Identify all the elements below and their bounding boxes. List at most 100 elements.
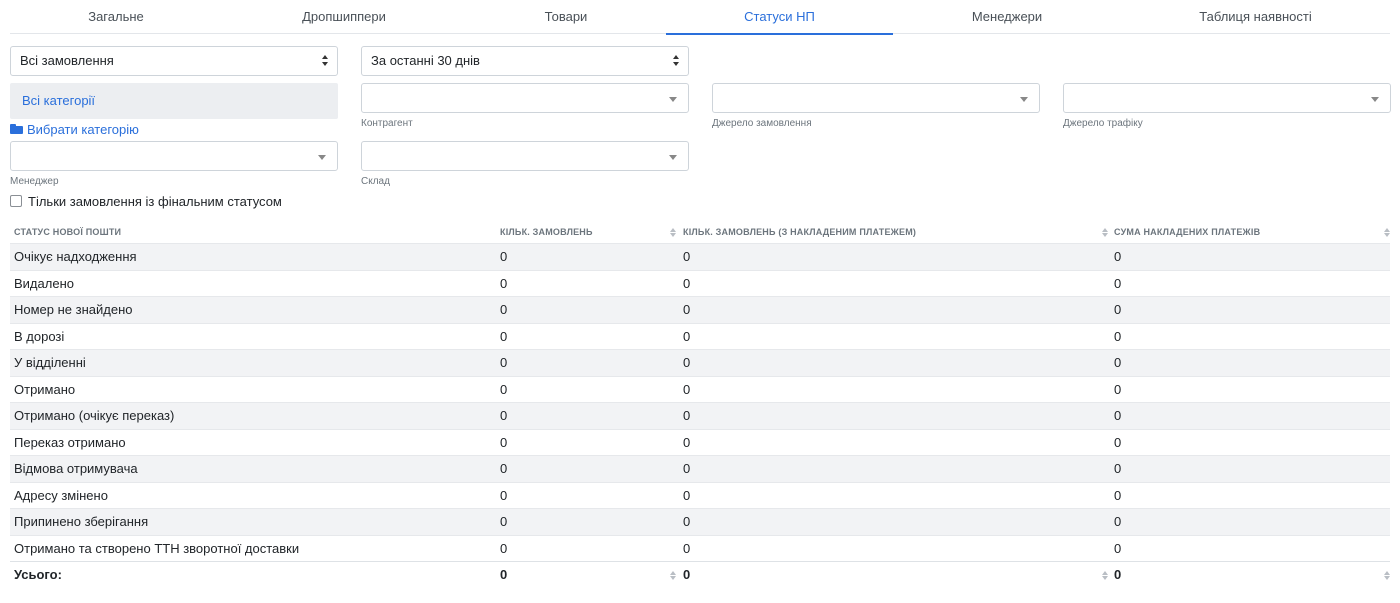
counterparty-label: Контрагент [361, 118, 413, 129]
order-source-select[interactable] [712, 83, 1040, 113]
traffic-source-label: Джерело трафіку [1063, 118, 1143, 129]
status-cell: Переказ отримано [14, 434, 126, 450]
table-row: Отримано (очікує переказ) 0 0 0 [10, 402, 1390, 429]
status-cell: Очікує надходження [14, 249, 137, 264]
column-header-status[interactable]: Статус нової пошти [14, 222, 121, 243]
cod-sum-cell: 0 [1114, 275, 1122, 291]
cod-orders-count-cell: 0 [683, 461, 691, 476]
categories-value: Всі категорії [22, 93, 96, 108]
total-orders-count: 0 [500, 567, 508, 582]
orders-count-cell: 0 [500, 328, 508, 344]
cod-sum-cell: 0 [1114, 487, 1122, 503]
orders-select[interactable]: Всі замовлення [10, 46, 338, 76]
chevron-down-icon [669, 97, 677, 102]
total-cod-sum: 0 [1114, 567, 1122, 582]
cod-orders-count-cell: 0 [683, 487, 691, 503]
total-label: Усього: [14, 567, 62, 582]
cod-orders-count-cell: 0 [683, 302, 691, 317]
table-header: Статус нової пошти Кільк. замовлень Кіль… [10, 222, 1390, 243]
select-arrows-icon [322, 55, 328, 67]
orders-count-cell: 0 [500, 487, 508, 503]
orders-count-cell: 0 [500, 540, 508, 556]
choose-category-link[interactable]: Вибрати категорію [10, 121, 139, 137]
status-cell: Отримано (очікує переказ) [14, 408, 175, 423]
chevron-down-icon [669, 155, 677, 160]
chevron-down-icon [1020, 97, 1028, 102]
report-tabs: Загальне Дропшиппери Товари Статуси НП М… [10, 0, 1390, 35]
chevron-down-icon [318, 155, 326, 160]
status-cell: Відмова отримувача [14, 461, 138, 476]
cod-sum-cell: 0 [1114, 249, 1122, 264]
column-header-cod-orders-count[interactable]: Кільк. замовлень (з накладеним платежем) [683, 222, 916, 243]
counterparty-select[interactable] [361, 83, 689, 113]
table-row: Очікує надходження 0 0 0 [10, 243, 1390, 270]
status-cell: Припинено зберігання [14, 514, 149, 529]
np-status-table: Статус нової пошти Кільк. замовлень Кіль… [10, 222, 1390, 588]
tab-availability-table[interactable]: Таблиця наявності [1121, 0, 1390, 34]
select-arrows-icon [673, 55, 679, 67]
sort-icon[interactable] [670, 228, 676, 238]
cod-orders-count-cell: 0 [683, 408, 691, 423]
period-select-value: За останні 30 днів [371, 53, 480, 68]
status-cell: У відділенні [14, 355, 86, 370]
table-row: Адресу змінено 0 0 0 [10, 481, 1390, 509]
tab-dropshippers[interactable]: Дропшиппери [222, 0, 466, 34]
sort-icon [1384, 571, 1390, 581]
status-cell: Отримано та створено ТТН зворотної доста… [14, 540, 300, 556]
cod-sum-cell: 0 [1114, 434, 1122, 450]
orders-count-cell: 0 [500, 275, 508, 291]
cod-sum-cell: 0 [1114, 514, 1122, 529]
sort-icon [670, 571, 676, 581]
cod-sum-cell: 0 [1114, 302, 1122, 317]
orders-count-cell: 0 [500, 355, 508, 370]
table-row: Номер не знайдено 0 0 0 [10, 296, 1390, 323]
final-status-filter[interactable]: Тільки замовлення із фінальним статусом [10, 193, 282, 209]
categories-box[interactable]: Всі категорії [10, 83, 338, 119]
orders-count-cell: 0 [500, 249, 508, 264]
cod-sum-cell: 0 [1114, 540, 1122, 556]
status-cell: В дорозі [14, 328, 65, 344]
orders-count-cell: 0 [500, 514, 508, 529]
manager-select[interactable] [10, 141, 338, 171]
chevron-down-icon [1371, 97, 1379, 102]
orders-count-cell: 0 [500, 461, 508, 476]
cod-orders-count-cell: 0 [683, 540, 691, 556]
orders-count-cell: 0 [500, 434, 508, 450]
traffic-source-select[interactable] [1063, 83, 1391, 113]
table-total-row: Усього: 0 0 0 [10, 561, 1390, 588]
warehouse-select[interactable] [361, 141, 689, 171]
sort-icon [1102, 571, 1108, 581]
warehouse-label: Склад [361, 176, 390, 187]
final-status-checkbox[interactable] [10, 195, 22, 207]
status-cell: Видалено [14, 275, 74, 291]
table-row: В дорозі 0 0 0 [10, 322, 1390, 350]
table-row: У відділенні 0 0 0 [10, 349, 1390, 376]
cod-sum-cell: 0 [1114, 381, 1122, 397]
table-row: Видалено 0 0 0 [10, 269, 1390, 297]
cod-sum-cell: 0 [1114, 328, 1122, 344]
tab-np-statuses[interactable]: Статуси НП [666, 0, 893, 35]
status-cell: Отримано [14, 381, 76, 397]
period-select[interactable]: За останні 30 днів [361, 46, 689, 76]
table-row: Отримано та створено ТТН зворотної доста… [10, 534, 1390, 562]
table-body: Очікує надходження 0 0 0 Видалено 0 0 0 Номер не… [10, 243, 1390, 561]
tab-managers[interactable]: Менеджери [893, 0, 1121, 34]
cod-sum-cell: 0 [1114, 408, 1122, 423]
column-header-orders-count[interactable]: Кільк. замовлень [500, 222, 593, 243]
orders-count-cell: 0 [500, 302, 508, 317]
tab-products[interactable]: Товари [466, 0, 666, 34]
orders-count-cell: 0 [500, 381, 508, 397]
orders-count-cell: 0 [500, 408, 508, 423]
cod-orders-count-cell: 0 [683, 381, 691, 397]
column-header-cod-sum[interactable]: Сума накладених платежів [1114, 222, 1260, 243]
sort-icon[interactable] [1102, 228, 1108, 238]
cod-orders-count-cell: 0 [683, 434, 691, 450]
status-cell: Номер не знайдено [14, 302, 133, 317]
table-row: Отримано 0 0 0 [10, 375, 1390, 403]
tab-general[interactable]: Загальне [10, 0, 222, 34]
sort-icon[interactable] [1384, 228, 1390, 238]
orders-select-value: Всі замовлення [20, 53, 114, 68]
choose-category-label: Вибрати категорію [27, 121, 139, 137]
status-cell: Адресу змінено [14, 487, 108, 503]
order-source-label: Джерело замовлення [712, 118, 812, 129]
